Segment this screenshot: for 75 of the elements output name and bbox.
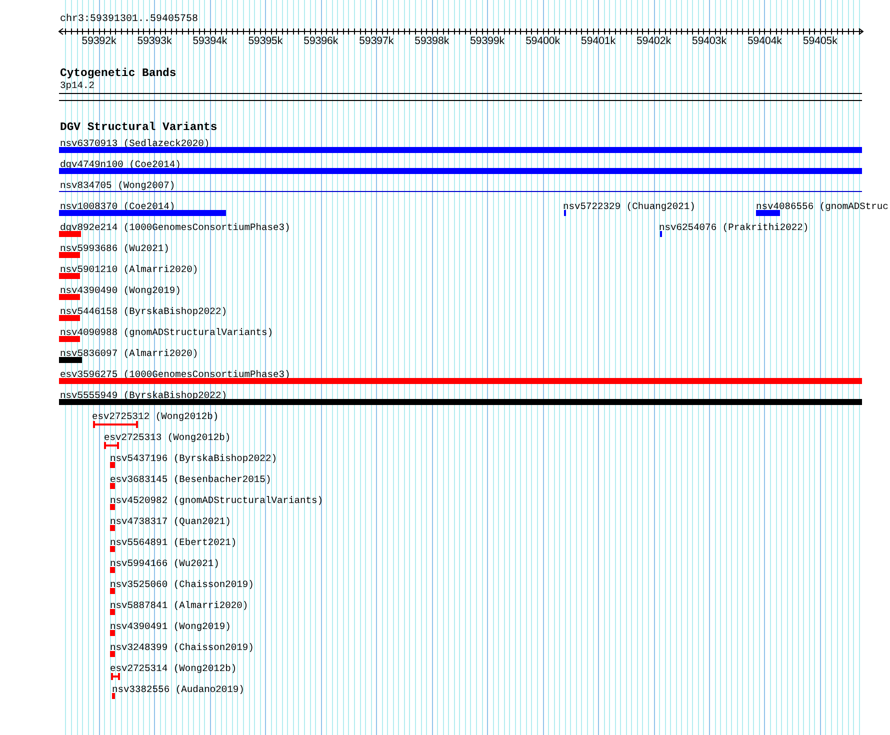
location-label: chr3:59391301..59405758 xyxy=(60,15,198,25)
track-title: DGV Structural Variants xyxy=(60,123,218,134)
variant-label[interactable]: nsv5836097 (Almarri2020) xyxy=(60,349,198,359)
tick-label: 59404k xyxy=(747,36,782,46)
variant-label[interactable]: nsv6254076 (Prakrithi2022) xyxy=(659,223,809,233)
variant-bar[interactable] xyxy=(59,252,80,258)
tick-label: 59401k xyxy=(581,36,616,46)
variant-label[interactable]: nsv4390491 (Wong2019) xyxy=(110,622,231,632)
variant-span[interactable] xyxy=(93,421,138,428)
variant-bar[interactable] xyxy=(59,357,82,363)
track-title: Cytogenetic Bands xyxy=(60,69,176,80)
tick-label: 59392k xyxy=(82,36,116,46)
variant-label[interactable]: nsv4086556 (gnomADStruc xyxy=(756,202,888,212)
variant-label[interactable]: nsv5437196 (ByrskaBishop2022) xyxy=(110,454,277,464)
variant-label[interactable]: nsv5722329 (Chuang2021) xyxy=(563,202,696,212)
variant-bar[interactable] xyxy=(59,294,80,300)
variant-bar[interactable] xyxy=(59,273,80,279)
tick-label: 59400k xyxy=(526,36,560,46)
variant-bar[interactable] xyxy=(110,609,115,615)
variant-label[interactable]: nsv5446158 (ByrskaBishop2022) xyxy=(60,307,227,317)
tick-label: 59405k xyxy=(802,36,838,46)
variant-bar[interactable] xyxy=(59,231,81,237)
variant-label[interactable]: nsv834705 (Wong2007) xyxy=(60,181,176,191)
variant-bar[interactable] xyxy=(110,525,115,531)
tick-label: 59397k xyxy=(359,36,394,46)
band-label: 3p14.2 xyxy=(60,81,95,91)
variant-label[interactable]: nsv3525060 (Chaisson2019) xyxy=(110,580,254,590)
variant-label[interactable]: esv2725314 (Wong2012b) xyxy=(110,664,237,674)
variant-label[interactable]: nsv5901210 (Almarri2020) xyxy=(60,265,198,275)
variant-label[interactable]: esv2725312 (Wong2012b) xyxy=(92,412,219,422)
tick-label: 59402k xyxy=(636,36,671,46)
variant-label[interactable]: nsv5993686 (Wu2021) xyxy=(60,244,170,254)
variant-bar[interactable] xyxy=(59,378,862,384)
variant-bar[interactable] xyxy=(59,336,80,342)
variant-label[interactable]: esv3596275 (1000GenomesConsortiumPhase3) xyxy=(60,370,290,380)
variant-span[interactable] xyxy=(111,673,120,680)
variant-label[interactable]: nsv5994166 (Wu2021) xyxy=(110,559,220,569)
variant-label[interactable]: esv2725313 (Wong2012b) xyxy=(104,433,231,443)
variant-label[interactable]: nsv4738317 (Quan2021) xyxy=(110,517,231,527)
variant-bar[interactable] xyxy=(59,399,862,405)
variant-bar[interactable] xyxy=(110,630,115,636)
tick-label: 59396k xyxy=(304,36,338,46)
tick-label: 59393k xyxy=(137,36,172,46)
tick-label: 59395k xyxy=(248,36,283,46)
variant-bar[interactable] xyxy=(59,147,862,153)
variant-bar[interactable] xyxy=(110,483,115,489)
variant-label[interactable]: nsv5564891 (Ebert2021) xyxy=(110,538,237,548)
variant-bar[interactable] xyxy=(110,567,115,573)
tick-label: 59394k xyxy=(192,36,228,46)
variant-bar[interactable] xyxy=(110,504,115,510)
variant-bar[interactable] xyxy=(59,315,80,321)
variant-label[interactable]: dgv892e214 (1000GenomesConsortiumPhase3) xyxy=(60,223,290,233)
variant-bar[interactable] xyxy=(110,588,115,594)
variant-label[interactable]: nsv3248399 (Chaisson2019) xyxy=(110,643,254,653)
variant-label[interactable]: dgv4749n100 (Coe2014) xyxy=(60,160,181,170)
variant-bar[interactable] xyxy=(59,210,226,216)
variant-label[interactable]: nsv4520982 (gnomADStructuralVariants) xyxy=(110,496,324,506)
variant-label[interactable]: esv3683145 (Besenbacher2015) xyxy=(110,475,272,485)
variant-span[interactable] xyxy=(104,442,119,449)
variant-label[interactable]: nsv5887841 (Almarri2020) xyxy=(110,601,248,611)
variant-bar[interactable] xyxy=(756,210,780,216)
variant-bar[interactable] xyxy=(110,651,115,657)
tick-label: 59403k xyxy=(692,36,726,46)
variant-label[interactable]: nsv3382556 (Audano2019) xyxy=(112,685,244,695)
variant-label[interactable]: nsv1008370 (Coe2014) xyxy=(60,202,176,212)
variant-label[interactable]: nsv5555949 (ByrskaBishop2022) xyxy=(60,391,227,401)
tick-label: 59398k xyxy=(414,36,450,46)
variant-bar[interactable] xyxy=(110,462,115,468)
variant-label[interactable]: nsv6370913 (Sedlazeck2020) xyxy=(60,139,210,149)
variant-bar[interactable] xyxy=(59,168,862,174)
variant-label[interactable]: nsv4390490 (Wong2019) xyxy=(60,286,181,296)
variant-bar[interactable] xyxy=(110,546,115,552)
variant-bar[interactable] xyxy=(112,693,115,699)
variant-label[interactable]: nsv4090988 (gnomADStructuralVariants) xyxy=(60,328,274,338)
tick-label: 59399k xyxy=(470,36,505,46)
